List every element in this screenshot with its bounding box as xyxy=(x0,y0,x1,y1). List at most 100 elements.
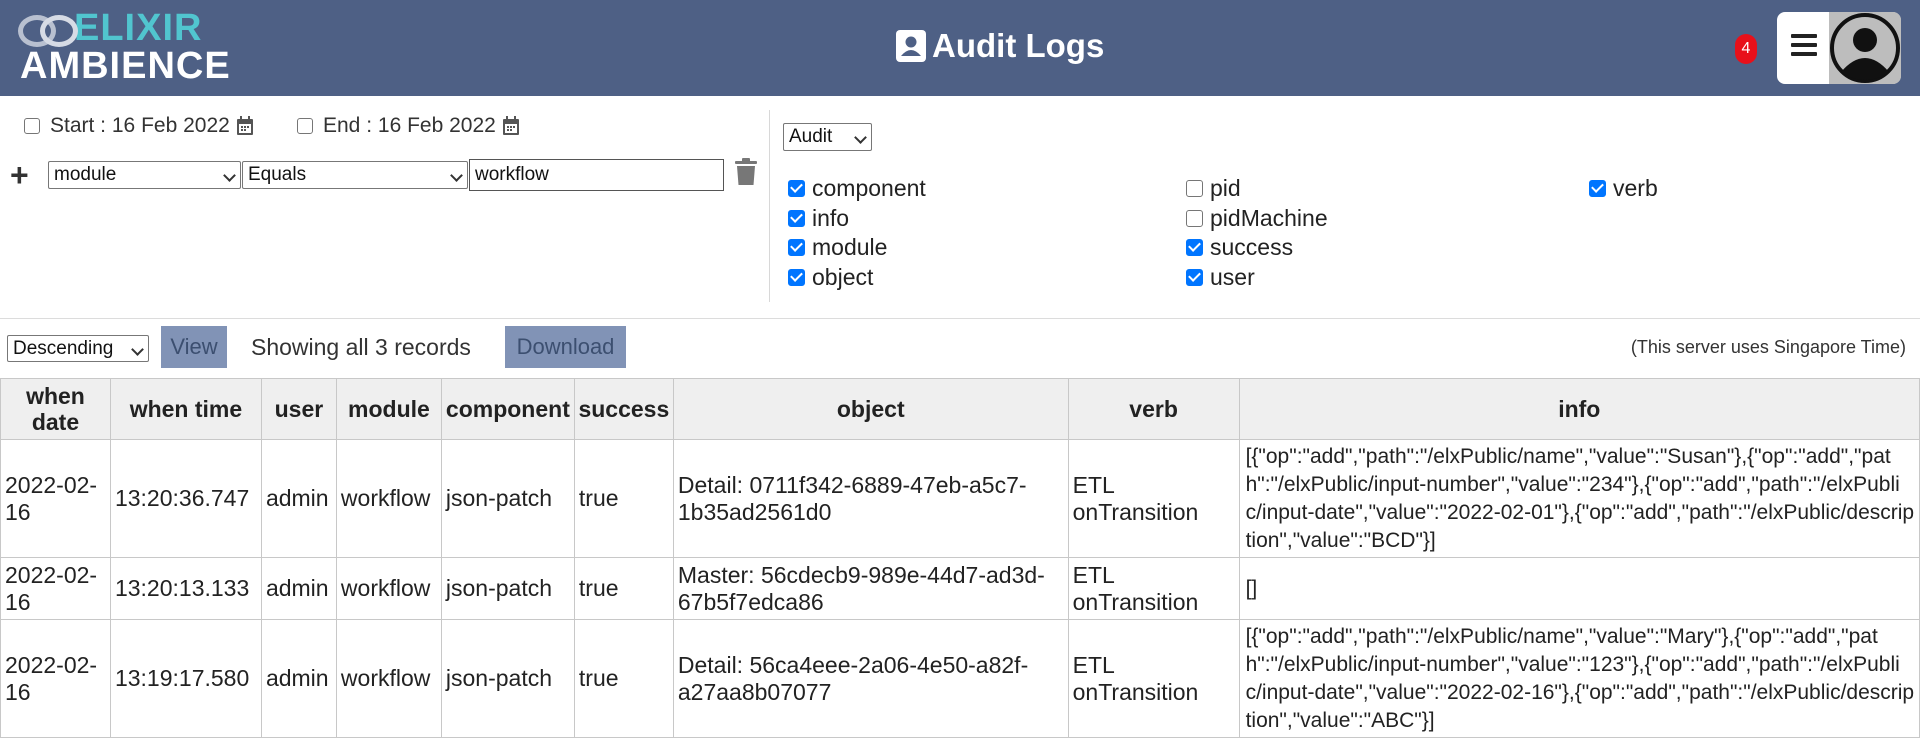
column-header-info[interactable]: info xyxy=(1238,378,1920,440)
end-label: End : xyxy=(323,114,373,137)
sort-order-select[interactable]: Descending xyxy=(7,335,149,362)
column-header-component[interactable]: component xyxy=(440,378,575,440)
field-success[interactable]: success xyxy=(1186,234,1293,261)
calendar-icon[interactable] xyxy=(236,116,254,136)
records-count-text: Showing all 3 records xyxy=(251,334,471,360)
cell-date: 2022-02-16 xyxy=(0,439,111,558)
page-title-text: Audit Logs xyxy=(932,27,1105,64)
field-label: pid xyxy=(1210,175,1241,201)
cell-user: admin xyxy=(260,439,337,558)
log-type-select[interactable]: Audit xyxy=(783,123,872,151)
log-type-value: Audit xyxy=(789,126,833,147)
column-header-verb[interactable]: verb xyxy=(1067,378,1240,440)
logo-rings-icon xyxy=(18,11,78,47)
filter-operator-select[interactable]: Equals xyxy=(242,161,468,189)
cell-info: [] xyxy=(1238,557,1920,620)
filter-panel: Start : 16 Feb 2022 End : 16 Feb 2022 + … xyxy=(0,96,1920,319)
sort-order-value: Descending xyxy=(13,338,114,359)
field-component[interactable]: component xyxy=(788,175,926,202)
cell-success: true xyxy=(573,557,674,620)
field-user[interactable]: user xyxy=(1186,264,1255,291)
field-label: pidMachine xyxy=(1210,205,1328,231)
column-header-when-date[interactable]: when date xyxy=(0,378,111,440)
field-info-checkbox[interactable] xyxy=(788,210,805,227)
elixir-ambience-logo[interactable]: ELIXIR AMBIENCE xyxy=(18,7,231,87)
cell-user: admin xyxy=(260,557,337,620)
notification-badge[interactable]: 4 xyxy=(1735,34,1757,64)
filter-field-select[interactable]: module xyxy=(48,161,241,189)
view-button[interactable]: View xyxy=(161,326,227,368)
calendar-icon[interactable] xyxy=(502,116,520,136)
end-date-value[interactable]: 16 Feb 2022 xyxy=(378,114,496,138)
end-date-filter: End : 16 Feb 2022 xyxy=(297,114,520,138)
column-header-object[interactable]: object xyxy=(672,378,1069,440)
audit-log-table: when date when time user module componen… xyxy=(0,378,1920,738)
field-label: object xyxy=(812,264,874,290)
field-label: verb xyxy=(1613,175,1658,201)
field-user-checkbox[interactable] xyxy=(1186,269,1203,286)
cell-verb: ETL onTransition xyxy=(1067,557,1240,620)
cell-time: 13:20:13.133 xyxy=(109,557,262,620)
field-component-checkbox[interactable] xyxy=(788,180,805,197)
end-date-checkbox[interactable] xyxy=(297,118,313,134)
table-row[interactable]: 2022-02-16 13:20:36.747 admin workflow j… xyxy=(0,439,1920,558)
field-module-checkbox[interactable] xyxy=(788,239,805,256)
field-pid[interactable]: pid xyxy=(1186,175,1241,202)
cell-verb: ETL onTransition xyxy=(1067,439,1240,558)
start-date-filter: Start : 16 Feb 2022 xyxy=(24,114,254,138)
cell-object: Detail: 0711f342-6889-47eb-a5c7-1b35ad25… xyxy=(672,439,1069,558)
field-label: user xyxy=(1210,264,1255,290)
table-row[interactable]: 2022-02-16 13:20:13.133 admin workflow j… xyxy=(0,557,1920,620)
field-success-checkbox[interactable] xyxy=(1186,239,1203,256)
column-header-when-time[interactable]: when time xyxy=(109,378,262,440)
contact-book-icon xyxy=(896,30,926,62)
column-header-success[interactable]: success xyxy=(573,378,674,440)
logo-text-ambience: AMBIENCE xyxy=(20,45,231,87)
filter-operator-value: Equals xyxy=(248,164,307,185)
hamburger-menu-icon[interactable] xyxy=(1791,34,1817,60)
results-toolbar: Descending View Showing all 3 records Do… xyxy=(0,326,1920,368)
field-pidMachine-checkbox[interactable] xyxy=(1186,210,1203,227)
filter-value-input[interactable]: workflow xyxy=(469,159,724,191)
table-header-row: when date when time user module componen… xyxy=(0,378,1920,440)
field-object-checkbox[interactable] xyxy=(788,269,805,286)
filter-field-value: module xyxy=(54,164,117,185)
field-label: module xyxy=(812,234,888,260)
start-date-checkbox[interactable] xyxy=(24,118,40,134)
filter-divider xyxy=(769,110,770,302)
field-info[interactable]: info xyxy=(788,205,849,232)
field-verb[interactable]: verb xyxy=(1589,175,1658,202)
cell-user: admin xyxy=(260,619,337,738)
field-label: component xyxy=(812,175,926,201)
cell-component: json-patch xyxy=(440,439,575,558)
cell-object: Master: 56cdecb9-989e-44d7-ad3d-67b5f7ed… xyxy=(672,557,1069,620)
start-date-value[interactable]: 16 Feb 2022 xyxy=(112,114,230,138)
cell-verb: ETL onTransition xyxy=(1067,619,1240,738)
field-pid-checkbox[interactable] xyxy=(1186,180,1203,197)
server-timezone-note: (This server uses Singapore Time) xyxy=(1630,337,1906,357)
field-verb-checkbox[interactable] xyxy=(1589,180,1606,197)
field-label: info xyxy=(812,205,850,231)
cell-module: workflow xyxy=(335,619,442,738)
user-avatar-icon[interactable] xyxy=(1829,12,1901,84)
logo-text-elixir: ELIXIR xyxy=(74,7,203,49)
field-pidMachine[interactable]: pidMachine xyxy=(1186,205,1328,232)
cell-module: workflow xyxy=(335,557,442,620)
add-filter-plus-icon[interactable]: + xyxy=(10,159,29,191)
field-object[interactable]: object xyxy=(788,264,873,291)
user-menu xyxy=(1777,12,1901,84)
cell-component: json-patch xyxy=(440,619,575,738)
column-header-module[interactable]: module xyxy=(335,378,442,440)
cell-success: true xyxy=(573,439,674,558)
cell-time: 13:20:36.747 xyxy=(109,439,262,558)
cell-time: 13:19:17.580 xyxy=(109,619,262,738)
cell-info: [{"op":"add","path":"/elxPublic/name","v… xyxy=(1238,439,1920,558)
download-button[interactable]: Download xyxy=(505,326,626,368)
trash-icon[interactable] xyxy=(735,158,757,186)
start-label: Start : xyxy=(50,114,107,137)
cell-date: 2022-02-16 xyxy=(0,557,111,620)
cell-component: json-patch xyxy=(440,557,575,620)
column-header-user[interactable]: user xyxy=(260,378,337,440)
field-module[interactable]: module xyxy=(788,234,887,261)
table-row[interactable]: 2022-02-16 13:19:17.580 admin workflow j… xyxy=(0,619,1920,738)
